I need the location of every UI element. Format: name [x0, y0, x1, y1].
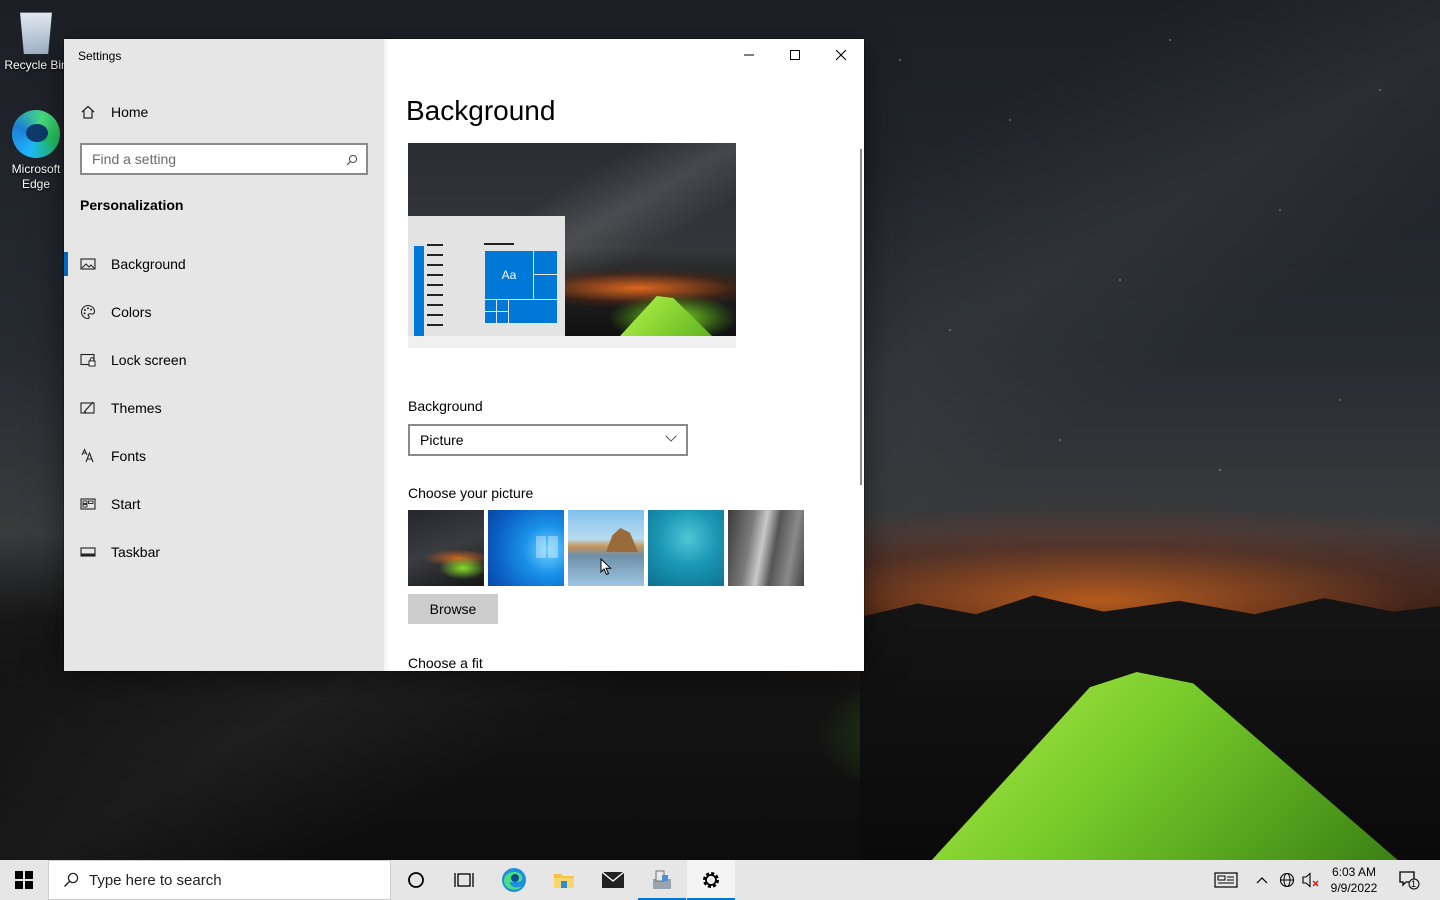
taskbar-search-placeholder: Type here to search [89, 871, 222, 889]
palette-icon [80, 304, 96, 320]
find-setting-box[interactable] [80, 143, 368, 175]
window-title: Settings [78, 49, 122, 63]
tray-network-button[interactable] [1276, 860, 1298, 900]
picture-thumbnail-tent-night[interactable] [408, 510, 484, 586]
volume-muted-icon [1302, 872, 1319, 888]
sidebar-nav: Background Colors Lock screen Themes Fon… [64, 240, 384, 576]
sidebar-item-lock-screen[interactable]: Lock screen [64, 336, 384, 384]
sidebar-item-colors[interactable]: Colors [64, 288, 384, 336]
sidebar-item-label: Fonts [111, 448, 147, 464]
mail-button[interactable] [589, 860, 637, 900]
preview-tile [533, 274, 558, 300]
sidebar-item-label: Colors [111, 304, 152, 320]
mail-icon [601, 871, 625, 888]
content-scrollbar[interactable] [860, 149, 862, 485]
preview-tile-aa: Aa [484, 250, 534, 300]
preview-tile [533, 250, 558, 275]
section-title: Personalization [80, 197, 184, 213]
mouse-cursor-icon [600, 558, 612, 576]
preview-tiles-header [484, 243, 514, 245]
lock-screen-icon [80, 352, 96, 368]
background-type-value: Picture [420, 432, 464, 448]
picture-thumbnail-underwater[interactable] [648, 510, 724, 586]
chevron-up-icon [1256, 877, 1268, 884]
sidebar-item-fonts[interactable]: Fonts [64, 432, 384, 480]
sidebar-item-label: Themes [111, 400, 162, 416]
app-icon [653, 870, 671, 889]
windows-logo-icon [15, 871, 33, 889]
taskbar-app-button[interactable] [638, 860, 686, 900]
clock-time: 6:03 AM [1331, 865, 1377, 879]
sidebar-home-label: Home [111, 104, 149, 120]
sidebar-item-label: Taskbar [111, 544, 161, 560]
preview-start-menu: Aa [408, 216, 565, 336]
globe-icon [1279, 872, 1295, 888]
themes-icon [80, 400, 96, 416]
tray-news-button[interactable] [1210, 860, 1242, 900]
action-center-button[interactable]: 1 [1394, 860, 1424, 900]
notification-icon [1399, 871, 1420, 890]
start-button[interactable] [0, 860, 48, 900]
search-icon [64, 872, 79, 887]
taskbar: Type here to search 6:03 AM 9/9/2022 1 [0, 860, 1440, 900]
preview-tiles: Aa [484, 250, 558, 336]
desktop-icon-edge[interactable]: Microsoft Edge [1, 110, 71, 192]
taskbar-icon [80, 544, 96, 560]
fonts-icon [80, 448, 96, 464]
notification-count: 1 [1411, 879, 1417, 889]
start-icon [80, 496, 96, 512]
sidebar-item-label: Start [111, 496, 141, 512]
task-view-button[interactable] [440, 860, 488, 900]
sidebar-item-label: Lock screen [111, 352, 187, 368]
sidebar-item-start[interactable]: Start [64, 480, 384, 528]
cortana-button[interactable] [392, 860, 440, 900]
clock-date: 9/9/2022 [1330, 881, 1378, 895]
preview-start-rail [414, 246, 424, 336]
home-icon [80, 104, 96, 120]
cortana-icon [408, 872, 424, 888]
sidebar-item-background[interactable]: Background [64, 240, 384, 288]
wallpaper-stars [860, 0, 1440, 560]
settings-sidebar: Settings Home Personalization Background [64, 39, 390, 671]
sidebar-item-themes[interactable]: Themes [64, 384, 384, 432]
file-explorer-button[interactable] [540, 860, 588, 900]
taskbar-edge-button[interactable] [490, 860, 538, 900]
background-label: Background [408, 398, 483, 414]
recycle-bin-icon [20, 12, 52, 54]
desktop-icon-label: Recycle Bin [4, 58, 68, 72]
task-view-icon [454, 873, 474, 887]
sidebar-item-taskbar[interactable]: Taskbar [64, 528, 384, 576]
settings-window: Settings Home Personalization Background [64, 39, 864, 671]
sidebar-item-label: Background [111, 256, 186, 272]
tray-volume-button[interactable] [1300, 860, 1322, 900]
desktop-icon-label: Microsoft Edge [11, 162, 61, 191]
preview-app-list [427, 244, 443, 334]
sidebar-home[interactable]: Home [80, 102, 148, 122]
find-setting-input[interactable] [92, 151, 332, 167]
choose-picture-label: Choose your picture [408, 485, 534, 501]
file-explorer-icon [554, 874, 574, 888]
taskbar-search-box[interactable]: Type here to search [48, 860, 391, 900]
taskbar-clock[interactable]: 6:03 AM 9/9/2022 [1324, 864, 1384, 896]
picture-thumbnail-windows-blue[interactable] [488, 510, 564, 586]
picture-icon [80, 256, 96, 272]
choose-fit-label: Choose a fit [408, 655, 483, 671]
tray-overflow-button[interactable] [1252, 860, 1272, 900]
picture-thumbnail-waterfall[interactable] [728, 510, 804, 586]
chevron-down-icon [665, 430, 677, 442]
preview-tile [508, 299, 558, 324]
edge-icon [12, 110, 60, 158]
background-preview: Aa [408, 143, 736, 348]
edge-icon [502, 868, 526, 892]
taskbar-settings-button[interactable] [687, 860, 735, 900]
settings-content: Background Aa Background Picture Choose … [384, 39, 864, 671]
browse-button[interactable]: Browse [408, 594, 498, 624]
search-icon [346, 153, 358, 166]
background-type-dropdown[interactable]: Picture [408, 424, 688, 456]
desktop-icon-recycle-bin[interactable]: Recycle Bin [1, 8, 71, 73]
page-title: Background [406, 95, 556, 126]
news-icon [1214, 872, 1238, 888]
settings-icon [703, 872, 719, 888]
